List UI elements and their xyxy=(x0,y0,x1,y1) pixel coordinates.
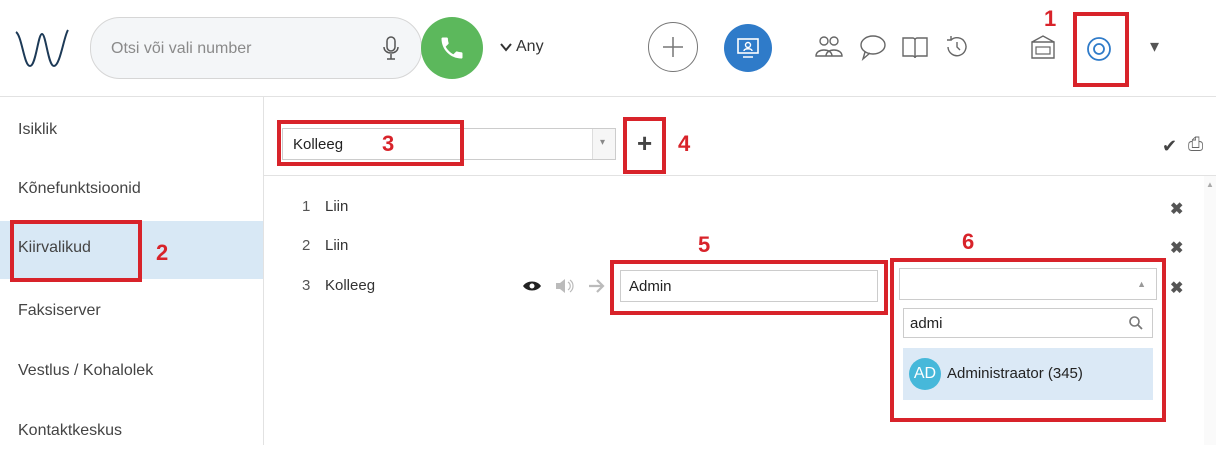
annotation-number-2: 2 xyxy=(156,240,169,265)
scrollbar[interactable]: ▲ xyxy=(1204,176,1216,445)
sidebar-item-label: Vestlus / Kohalolek xyxy=(18,362,154,379)
remove-row-icon[interactable]: ✖ xyxy=(1170,199,1183,219)
search-input[interactable] xyxy=(109,36,373,62)
search-box[interactable] xyxy=(90,17,422,79)
annotation-box-2 xyxy=(10,220,142,282)
voicemail-icon[interactable] xyxy=(1028,32,1058,62)
add-button[interactable] xyxy=(648,22,698,72)
row-label: Liin xyxy=(325,198,349,215)
microphone-icon[interactable] xyxy=(383,36,399,60)
sidebar-item-kontaktkeskus[interactable]: Kontaktkeskus xyxy=(0,404,263,462)
sidebar-item-label: Isiklik xyxy=(18,121,58,138)
annotation-number-4: 4 xyxy=(678,131,691,156)
sidebar-item-label: Kõnefunktsioonid xyxy=(18,180,141,197)
call-button[interactable] xyxy=(421,17,483,79)
eye-icon[interactable] xyxy=(522,280,542,292)
scroll-up-icon[interactable]: ▲ xyxy=(1206,180,1214,189)
annotation-number-5: 5 xyxy=(698,232,711,257)
sidebar-item-konefunktsioonid[interactable]: Kõnefunktsioonid xyxy=(0,162,263,220)
sidebar-item-label: Faksiserver xyxy=(18,302,101,319)
line-selector-label: Any xyxy=(516,38,544,55)
remove-row-icon[interactable]: ✖ xyxy=(1170,238,1183,258)
presence-icon xyxy=(737,38,759,58)
annotation-box-5 xyxy=(610,260,888,315)
annotation-number-6: 6 xyxy=(962,229,975,254)
top-header: Any ▾ xyxy=(0,0,1216,97)
annotation-number-3: 3 xyxy=(382,131,395,156)
chevron-down-icon xyxy=(500,43,512,52)
print-icon[interactable]: ⎙ xyxy=(1188,134,1203,156)
annotation-box-1 xyxy=(1073,12,1129,87)
sidebar-item-faksiserver[interactable]: Faksiserver xyxy=(0,284,263,342)
row-number: 1 xyxy=(302,198,311,215)
row-number: 3 xyxy=(302,277,311,294)
annotation-box-4 xyxy=(623,117,666,174)
select-arrow[interactable]: ▾ xyxy=(592,129,615,159)
logo-icon[interactable] xyxy=(14,26,70,70)
row-label: Kolleeg xyxy=(325,277,376,294)
sidebar-item-label: Kontaktkeskus xyxy=(18,422,123,439)
book-icon[interactable] xyxy=(900,32,930,62)
row-number: 2 xyxy=(302,237,311,254)
remove-row-icon[interactable]: ✖ xyxy=(1170,278,1183,298)
phone-icon xyxy=(441,37,463,59)
annotation-box-3 xyxy=(277,120,464,166)
line-selector[interactable]: Any xyxy=(500,38,544,56)
annotation-box-6 xyxy=(890,258,1166,422)
plus-icon xyxy=(663,37,683,57)
sidebar-item-isiklik[interactable]: Isiklik xyxy=(0,103,263,161)
caret-down-icon[interactable]: ▾ xyxy=(1150,36,1159,57)
contacts-icon[interactable] xyxy=(814,32,844,62)
row-label: Liin xyxy=(325,237,349,254)
speaker-icon[interactable] xyxy=(555,279,575,293)
sidebar-item-vestlus-kohalolek[interactable]: Vestlus / Kohalolek xyxy=(0,344,263,402)
chevron-down-icon: ▾ xyxy=(600,137,606,148)
history-icon[interactable] xyxy=(942,32,972,62)
annotation-number-1: 1 xyxy=(1044,6,1057,31)
save-icon[interactable]: ✔ xyxy=(1162,136,1177,157)
presence-button[interactable] xyxy=(724,24,772,72)
arrow-right-icon xyxy=(589,279,605,293)
chat-icon[interactable] xyxy=(858,32,888,62)
